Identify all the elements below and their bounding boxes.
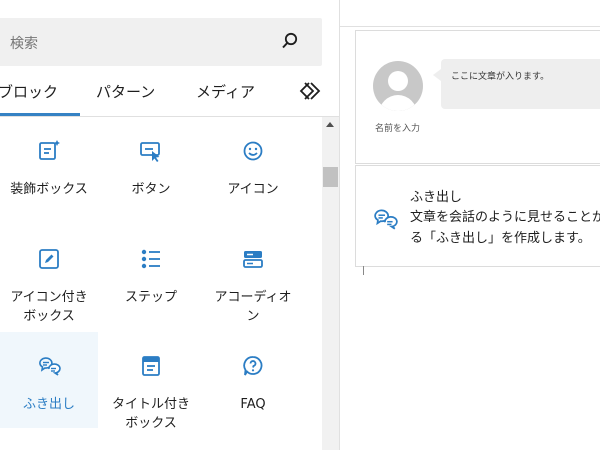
scrollbar-thumb[interactable]	[323, 167, 338, 187]
decoration-box-icon	[39, 140, 60, 160]
block-label: タイトル付き ボックス	[111, 397, 190, 431]
tab-blocks[interactable]: ブロック	[0, 81, 58, 102]
block-info-description: 文章を会話のように見せることが る「ふき出し」を作成します。	[410, 210, 600, 246]
block-label: アイコン	[227, 182, 279, 197]
preview-topbar	[340, 0, 600, 27]
block-info-title: ふき出し	[410, 190, 463, 205]
title-box-icon	[142, 356, 160, 376]
text-caret	[363, 266, 364, 275]
block-decoration-box[interactable]: 装飾ボックス	[0, 117, 98, 213]
inserter-tabs: ブロック パターン メディア	[0, 68, 340, 117]
bubble-text: ここに文章が入ります。	[451, 72, 550, 82]
block-faq[interactable]: FAQ	[204, 332, 302, 428]
preview-card: 名前を入力 ここに文章が入ります。	[355, 30, 600, 164]
button-cursor-icon	[140, 142, 160, 162]
speech-bubble-preview: ここに文章が入ります。	[433, 59, 600, 109]
accordion-icon	[243, 251, 263, 268]
smiley-icon	[243, 141, 263, 161]
block-label: アコーディオン	[214, 290, 292, 324]
block-step[interactable]: ステップ	[102, 225, 200, 321]
speech-bubble-icon	[39, 357, 61, 376]
block-label: ステップ	[124, 290, 177, 305]
block-label: ふき出し	[22, 397, 75, 412]
active-tab-indicator	[0, 113, 80, 116]
double-chevron-left-icon[interactable]	[298, 80, 322, 102]
avatar-head	[388, 71, 408, 91]
block-inserter-panel: 検索 ブロック パターン メディア 装飾ボックス ボタン アイコン アイコン付き…	[0, 0, 340, 450]
block-label: 装飾ボックス	[10, 182, 88, 197]
block-title-box[interactable]: タイトル付き ボックス	[102, 332, 200, 432]
block-icon-box[interactable]: アイコン付き ボックス	[0, 225, 98, 325]
search-bar[interactable]: 検索	[0, 18, 322, 66]
faq-icon	[243, 356, 263, 376]
block-label: アイコン付き ボックス	[10, 290, 88, 324]
search-icon[interactable]	[280, 31, 300, 51]
block-accordion[interactable]: アコーディオン	[204, 225, 302, 325]
block-button[interactable]: ボタン	[102, 117, 200, 213]
block-label: FAQ	[240, 397, 266, 412]
avatar-name: 名前を入力	[375, 124, 421, 134]
avatar-body	[379, 95, 417, 111]
block-grid: 装飾ボックス ボタン アイコン アイコン付きボックス ステップ アコーディオ ン…	[0, 117, 322, 450]
block-info-card: ふき出し 文章を会話のように見せることが る「ふき出し」を作成します。	[355, 165, 600, 267]
scroll-up-arrow-icon[interactable]	[326, 122, 334, 127]
block-icon[interactable]: アイコン	[204, 117, 302, 213]
block-preview-panel: 名前を入力 ここに文章が入ります。 ふき出し 文章を会話のように見せることが る「…	[340, 0, 600, 450]
avatar	[373, 61, 423, 111]
block-label: ボタン	[131, 182, 171, 197]
tab-media[interactable]: メディア	[196, 81, 255, 102]
tab-patterns[interactable]: パターン	[96, 81, 155, 102]
speech-bubble-icon	[374, 209, 398, 230]
step-list-icon	[141, 249, 160, 269]
search-input[interactable]: 検索	[10, 33, 38, 53]
icon-box-icon	[39, 249, 59, 269]
block-speech-bubble[interactable]: ふき出し	[0, 332, 98, 428]
vertical-scrollbar[interactable]	[322, 117, 339, 450]
